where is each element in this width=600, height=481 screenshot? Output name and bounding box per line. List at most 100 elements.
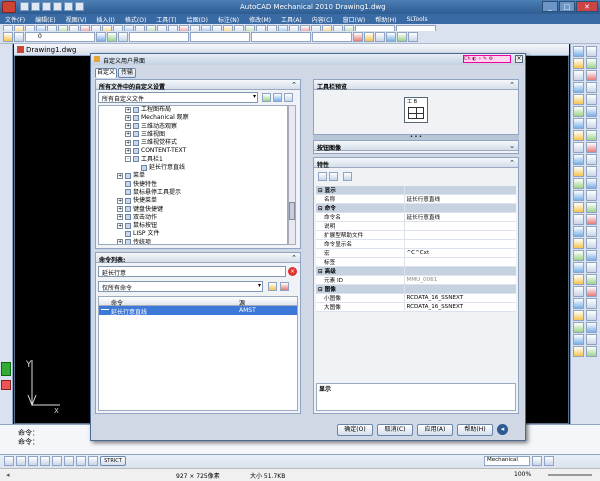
tool-icon[interactable] [386, 32, 396, 42]
tool-icon[interactable] [353, 32, 363, 42]
property-row[interactable]: 大图像 RCDATA_16_SSNEXT [316, 302, 516, 312]
expand-icon[interactable]: + [125, 114, 131, 121]
tool-icon[interactable] [586, 118, 597, 129]
maximize-button[interactable]: □ [559, 1, 575, 12]
property-row[interactable]: 名称 延长行意直线 [316, 194, 516, 204]
tool-icon[interactable] [96, 32, 106, 42]
menu-dimension[interactable]: 标注(N) [213, 15, 244, 24]
tab-customize[interactable]: 自定义 [95, 68, 117, 78]
menu-tools-a[interactable]: 工具(A) [276, 15, 307, 24]
tree-node[interactable]: + 键盘快捷键 [117, 206, 287, 214]
tool-icon[interactable] [375, 32, 385, 42]
tree-node[interactable]: LISP 文件 [117, 230, 287, 238]
open-icon[interactable] [31, 2, 40, 11]
command-row-selected[interactable]: 延长行意直线 AMST [99, 306, 297, 316]
tool-icon[interactable] [573, 58, 584, 69]
menu-edit[interactable]: 编辑(E) [30, 15, 60, 24]
layer-state-icon[interactable] [14, 32, 24, 42]
property-value[interactable]: RCDATA_16_SSNEXT [403, 302, 516, 312]
cancel-button[interactable]: 取消(C) [377, 424, 413, 436]
tool-icon[interactable] [573, 166, 584, 177]
tool-icon[interactable] [586, 70, 597, 81]
apply-button[interactable]: 应用(A) [417, 424, 453, 436]
snap-icon[interactable] [4, 456, 14, 466]
property-value[interactable]: RCDATA_16_SSNEXT [403, 293, 516, 303]
property-row[interactable]: 标签 [316, 257, 516, 267]
tool-icon[interactable] [573, 322, 584, 333]
tool-icon[interactable] [573, 118, 584, 129]
osnap-icon[interactable] [52, 456, 62, 466]
tool-icon[interactable] [586, 130, 597, 141]
tool-icon[interactable] [573, 274, 584, 285]
minimize-button[interactable]: _ [542, 1, 558, 12]
tool-icon[interactable] [573, 250, 584, 261]
tree-scrollbar[interactable] [288, 105, 296, 245]
menu-insert[interactable]: 插入(I) [91, 15, 119, 24]
collapse-dialog-icon[interactable]: ◂ [497, 424, 508, 435]
tool-icon[interactable] [573, 202, 584, 213]
tool-icon[interactable] [544, 456, 554, 466]
menu-help[interactable]: 帮助(H) [370, 15, 401, 24]
tool-icon[interactable] [573, 298, 584, 309]
tool-icon[interactable] [586, 262, 597, 273]
expand-icon[interactable]: + [117, 197, 123, 204]
save-file-icon[interactable] [273, 93, 282, 102]
redo-icon[interactable] [64, 2, 73, 11]
menu-content[interactable]: 内容(C) [307, 15, 338, 24]
tool-icon[interactable] [573, 262, 584, 273]
expand-icon[interactable]: + [125, 147, 131, 154]
tool-icon[interactable] [573, 178, 584, 189]
dialog-close-icon[interactable]: × [515, 55, 523, 63]
property-category[interactable]: ⊟ 命令 [316, 203, 516, 213]
tool-icon[interactable] [586, 310, 597, 321]
new-command-icon[interactable] [268, 282, 277, 291]
tree-node[interactable]: + Mechanical 观察 [117, 114, 287, 122]
expand-icon[interactable]: + [117, 222, 123, 229]
tool-icon[interactable] [107, 32, 117, 42]
tool-icon[interactable] [408, 32, 418, 42]
save-icon[interactable] [42, 2, 51, 11]
expand-icon[interactable]: + [125, 106, 131, 113]
property-row[interactable]: 扩展型帮助文件 [316, 230, 516, 240]
tool-icon[interactable] [573, 142, 584, 153]
tool-icon[interactable] [573, 82, 584, 93]
customization-tree[interactable]: + 工程图布局 + Mechanical 观察 + 三维动态观察 + 三维视图 + 三维视觉样式 +… [98, 105, 288, 245]
property-value[interactable]: 延长行意直线 [403, 212, 516, 222]
property-value[interactable] [403, 221, 516, 231]
tool-icon[interactable] [573, 106, 584, 117]
tool-icon[interactable] [586, 106, 597, 117]
tool-icon[interactable] [573, 130, 584, 141]
property-grid[interactable]: ⊟ 显示 名称 延长行意直线 ⊟ 命令 命令名 延长行意直线 说明 扩展型帮助文件 命令显示名宏… [316, 186, 516, 312]
property-value[interactable] [403, 230, 516, 240]
tool-icon[interactable] [586, 238, 597, 249]
tool-icon[interactable] [586, 322, 597, 333]
tool-icon[interactable] [573, 190, 584, 201]
tool-icon[interactable] [573, 226, 584, 237]
dyn-icon[interactable] [88, 456, 98, 466]
new-icon[interactable] [20, 2, 29, 11]
expand-icon[interactable]: + [117, 206, 123, 213]
ortho-icon[interactable] [28, 456, 38, 466]
menu-file[interactable]: 文件(F) [0, 15, 30, 24]
tool-icon[interactable] [586, 202, 597, 213]
tool-icon[interactable] [586, 82, 597, 93]
expand-icon[interactable]: + [117, 172, 123, 179]
tool-icon[interactable] [586, 250, 597, 261]
expand-icon[interactable]: ⌄ [509, 142, 515, 150]
expand-icon[interactable]: + [125, 139, 131, 146]
tool-icon[interactable] [1, 362, 11, 376]
clear-search-icon[interactable]: × [288, 267, 297, 276]
command-filter-combo[interactable]: 仅所有命令 ▾ [98, 281, 263, 292]
tool-icon[interactable] [573, 346, 584, 357]
tool-icon[interactable] [573, 154, 584, 165]
layer-manager-icon[interactable] [3, 32, 13, 42]
tool-icon[interactable] [573, 334, 584, 345]
polar-icon[interactable] [40, 456, 50, 466]
collapse-icon[interactable]: ⌃ [509, 159, 515, 167]
tree-node[interactable]: 快捷特性 [117, 181, 287, 189]
property-category[interactable]: ⊟ 高级 [316, 266, 516, 276]
tool-icon[interactable] [397, 32, 407, 42]
layer-combo[interactable]: 0 [25, 32, 95, 42]
otrack-icon[interactable] [64, 456, 74, 466]
property-row[interactable]: 宏 ^C^Cxt [316, 248, 516, 258]
